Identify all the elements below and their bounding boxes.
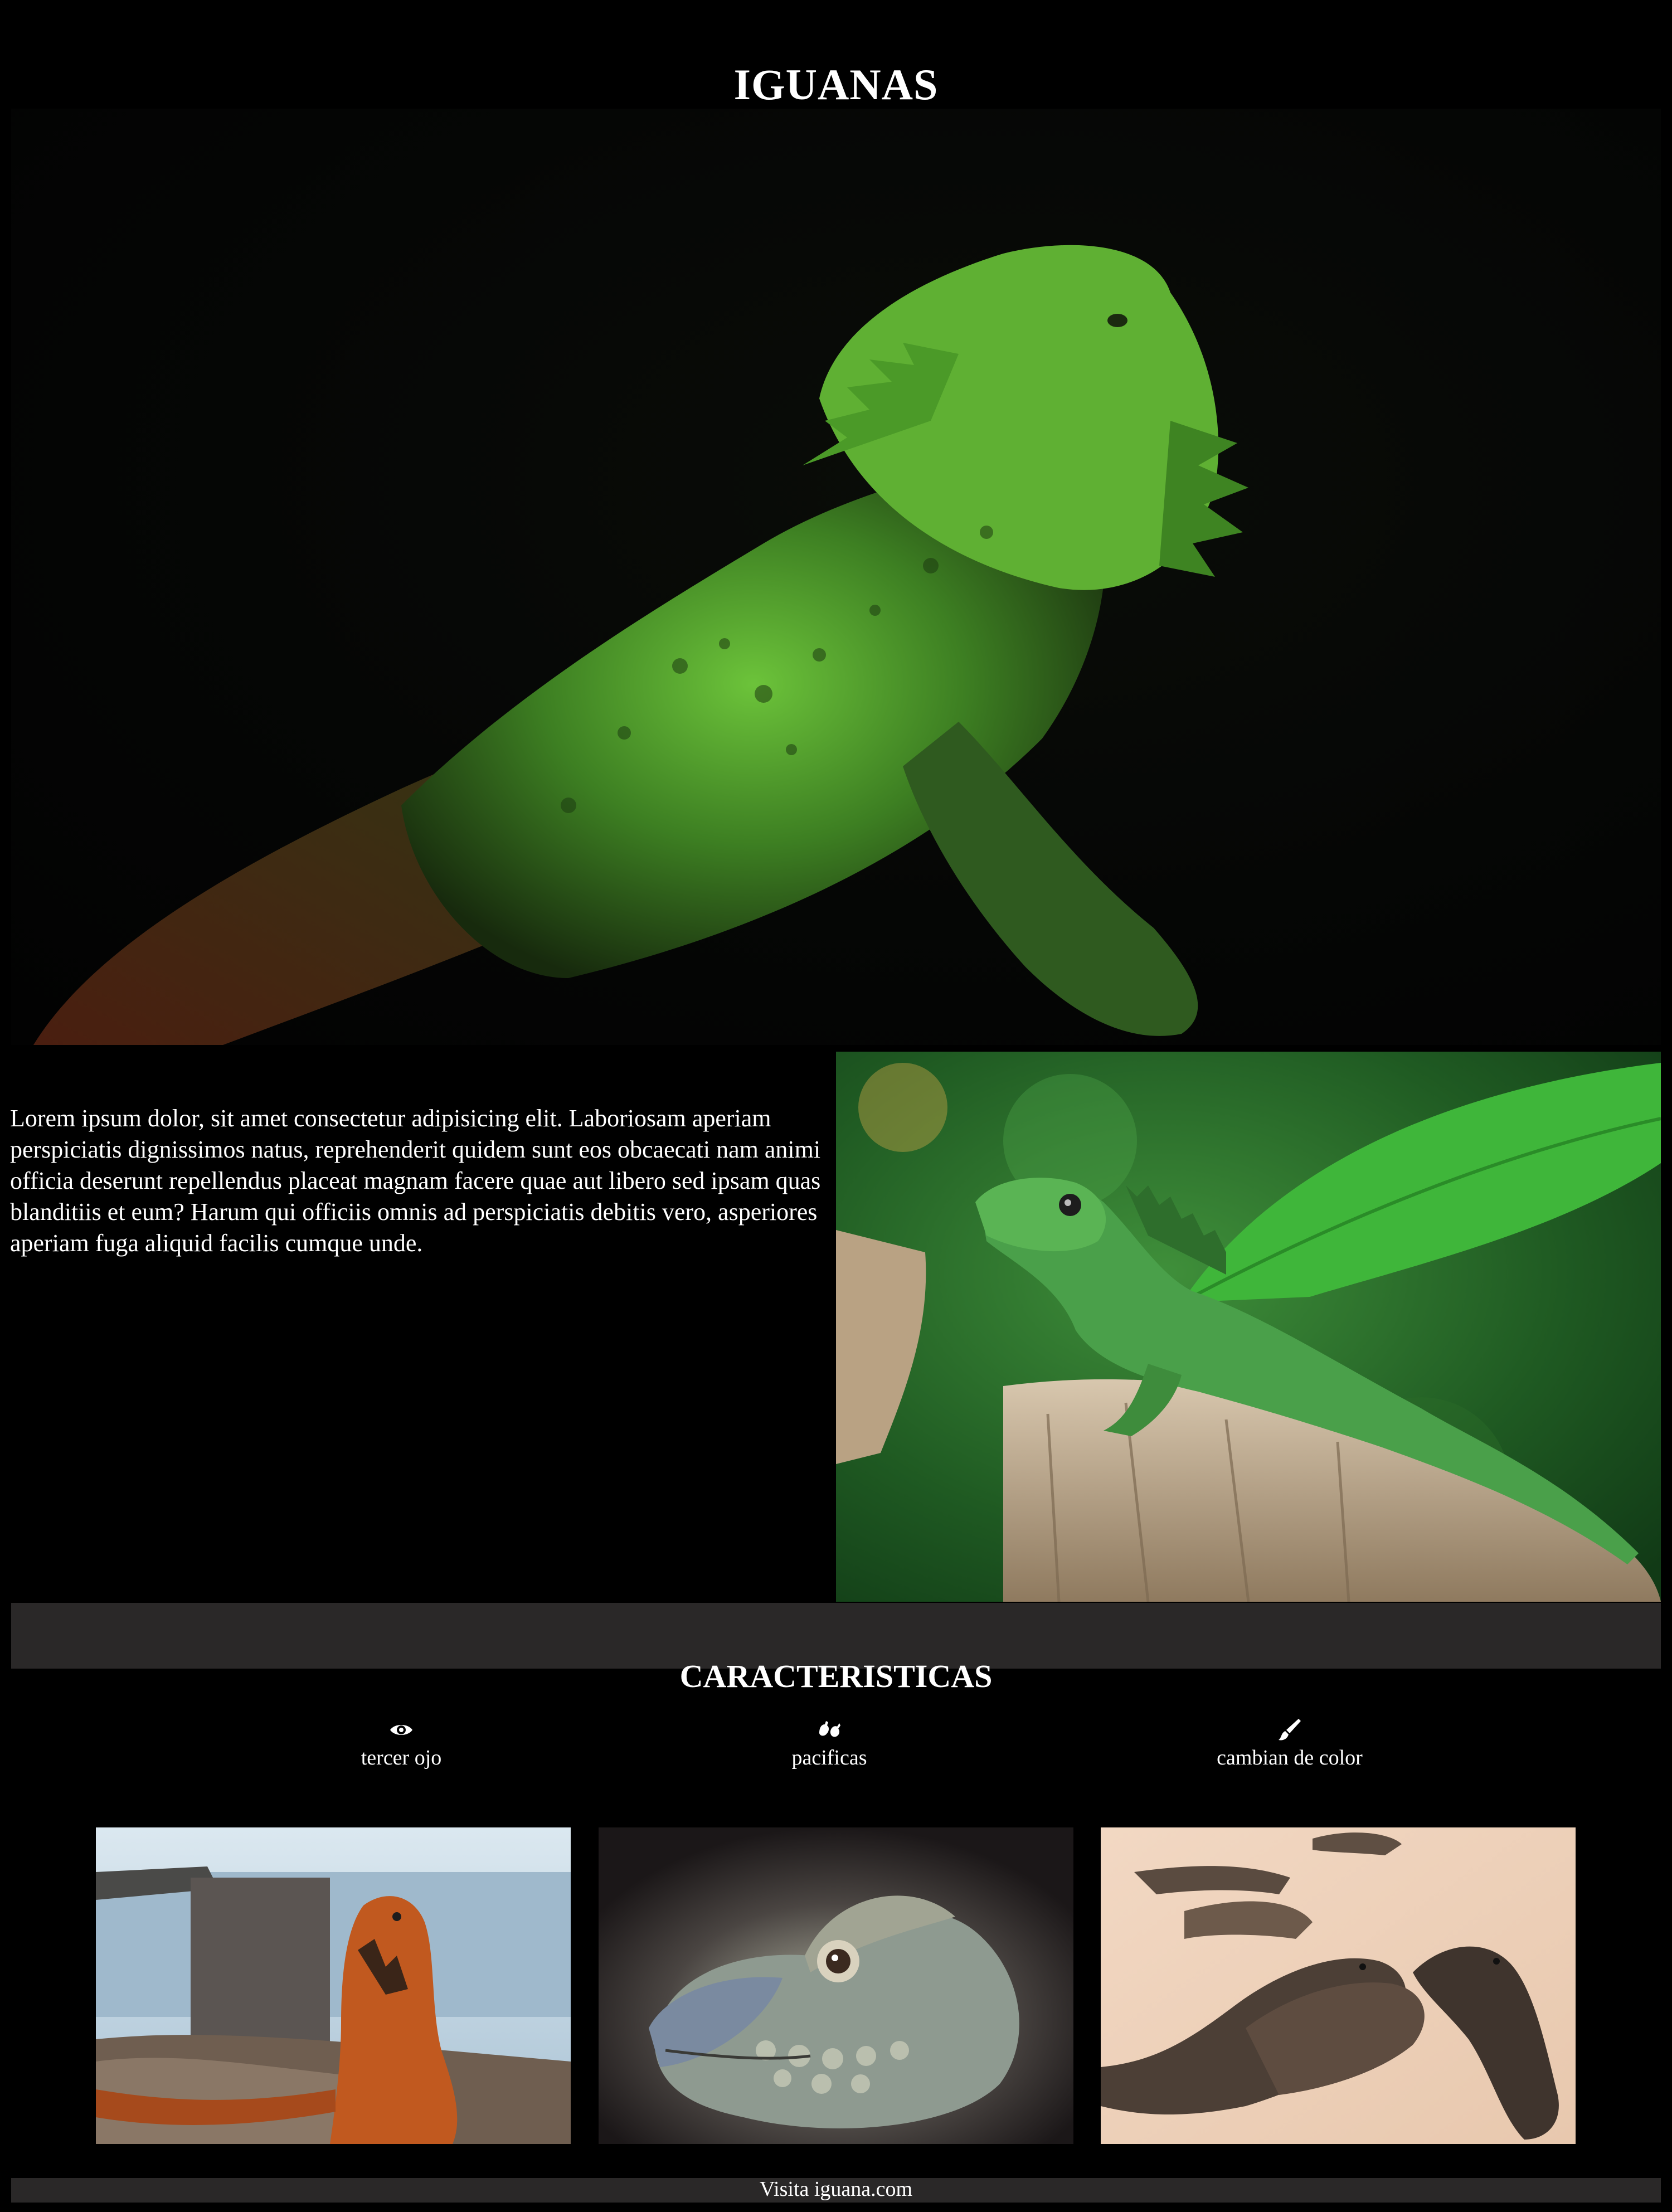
eye-icon [388,1717,415,1743]
peace-hands-icon [816,1717,843,1743]
page: IGUANAS Lorem ipsum dolor, sit amet cons… [0,0,1672,2212]
gallery-image-iguanas-on-sand [1101,1827,1576,2144]
feature-pacificas: pacificas [718,1717,941,1771]
gallery-image-iguana-head [599,1827,1073,2144]
paintbrush-icon [1276,1717,1303,1743]
feature-label: tercer ojo [361,1746,442,1769]
section-title: CARACTERISTICAS [679,1658,993,1695]
feature-cambian-de-color: cambian de color [1178,1717,1401,1771]
intro-paragraph: Lorem ipsum dolor, sit amet consectetur … [10,1105,821,1257]
hero-image [11,109,1661,1045]
gallery-image-orange-iguana [96,1827,571,2144]
lizard-on-stump-image [836,1052,1661,1602]
feature-label: cambian de color [1217,1746,1363,1769]
footer-link[interactable]: Visita iguana.com [0,2175,1672,2203]
feature-tercer-ojo: tercer ojo [290,1717,513,1771]
feature-label: pacificas [791,1746,867,1769]
